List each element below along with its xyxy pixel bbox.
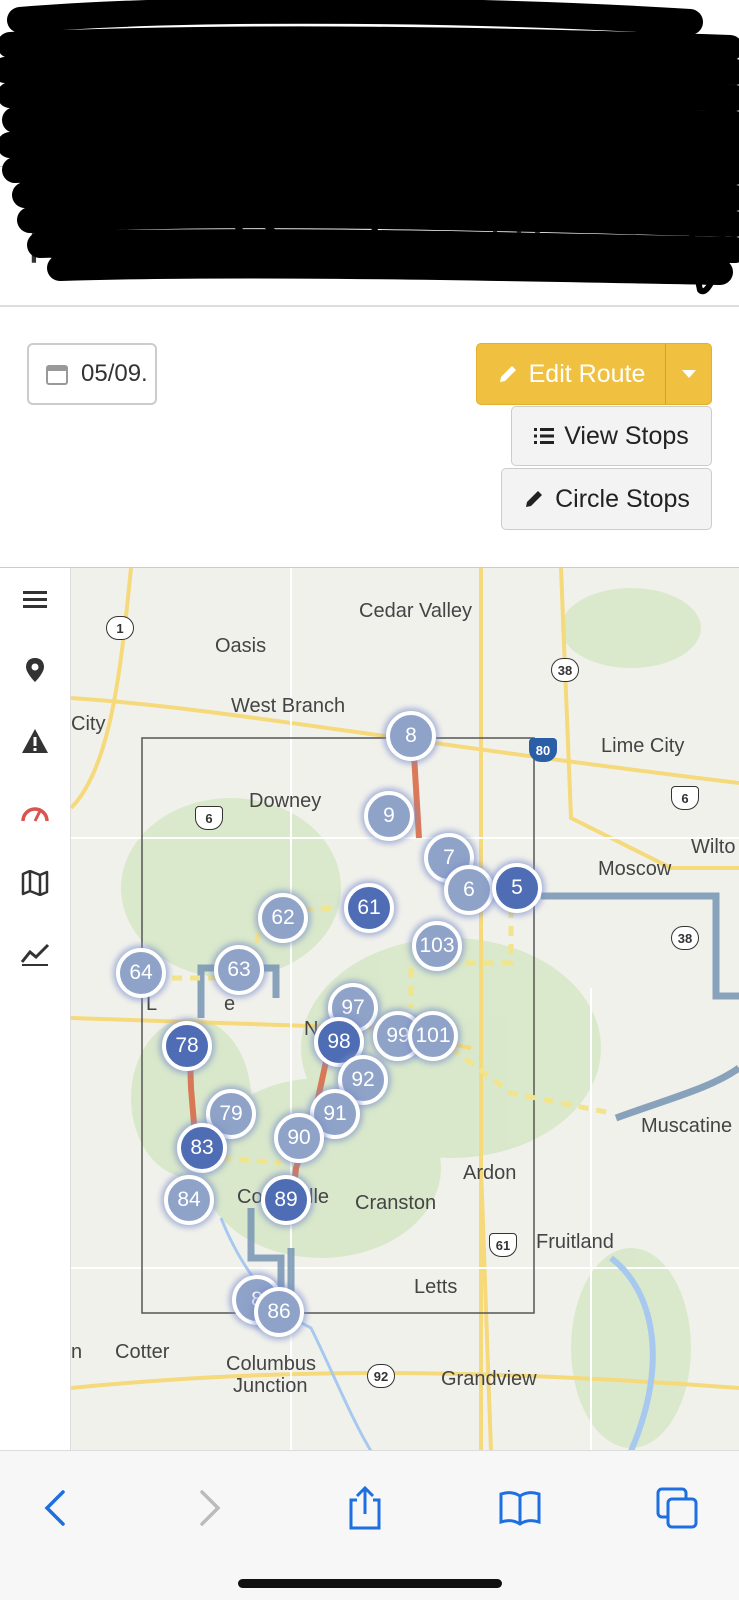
place-label: Muscatine: [641, 1115, 733, 1137]
stop-marker[interactable]: 83: [177, 1123, 227, 1173]
edit-route-label: Edit Route: [528, 359, 646, 388]
edit-route-button[interactable]: Edit Route: [477, 344, 665, 404]
stop-marker[interactable]: 8: [386, 711, 436, 761]
calendar-icon: [46, 365, 68, 385]
divider: [0, 305, 739, 307]
date-picker[interactable]: 05/09.: [27, 343, 157, 405]
date-value: 05/09.: [81, 360, 148, 387]
place-label: Ardon: [463, 1162, 517, 1184]
location-pin-icon[interactable]: [20, 655, 50, 685]
map-icon[interactable]: [20, 868, 50, 898]
place-label: e: [224, 993, 236, 1015]
edit-route-button-group: Edit Route: [476, 343, 712, 405]
warning-icon[interactable]: [20, 726, 50, 756]
bookmarks-button[interactable]: [495, 1483, 545, 1533]
status-time: 10:31: [55, 30, 122, 60]
place-label: Cranston: [355, 1192, 437, 1214]
chart-line-icon[interactable]: [20, 939, 50, 969]
tabs-icon: [656, 1487, 698, 1529]
place-label: Oasis: [215, 635, 267, 657]
stop-marker[interactable]: 103: [412, 921, 462, 971]
menu-icon[interactable]: [20, 584, 50, 614]
place-label: Junction: [233, 1375, 308, 1397]
place-label: Lime City: [601, 735, 685, 757]
map-panel: Cedar Valley Oasis West Branch City Lime…: [0, 567, 739, 1450]
map-graphics: [69, 568, 739, 1450]
place-label: Cotter: [115, 1341, 170, 1363]
divider: [0, 166, 739, 167]
book-icon: [499, 1491, 541, 1526]
place-label: Moscow: [598, 858, 672, 880]
highway-shield: 80: [529, 738, 557, 762]
stop-marker[interactable]: 9: [364, 791, 414, 841]
view-stops-label: View Stops: [564, 421, 689, 450]
place-label: Letts: [414, 1276, 458, 1298]
stop-marker[interactable]: 63: [214, 945, 264, 995]
header-area: 10:31 ▮▮▮ ◠ ▭ groundcloud.io DASHBOARD /…: [0, 0, 739, 307]
back-button[interactable]: [30, 1483, 80, 1533]
list-icon: [534, 428, 555, 444]
chevron-left-icon: [44, 1490, 65, 1526]
chevron-right-icon: [200, 1490, 221, 1526]
place-label: Wilto: [691, 836, 736, 858]
forward-button[interactable]: [185, 1483, 235, 1533]
place-label: City: [71, 713, 106, 735]
place-label: Co: [237, 1186, 263, 1208]
highway-shield: 61: [489, 1233, 517, 1257]
circle-stops-button[interactable]: Circle Stops: [501, 468, 712, 530]
page-title: Route 634 (0612) - Ted Kempe: [28, 221, 659, 273]
stop-marker[interactable]: 90: [274, 1113, 324, 1163]
speedometer-icon[interactable]: [20, 797, 50, 827]
stop-marker[interactable]: 62: [258, 893, 308, 943]
place-label: Fruitland: [536, 1231, 614, 1253]
highway-shield: 92: [367, 1364, 395, 1388]
place-label: Columbus: [226, 1353, 317, 1375]
place-label: Downey: [249, 790, 322, 812]
map-canvas[interactable]: Cedar Valley Oasis West Branch City Lime…: [69, 568, 739, 1450]
stop-marker[interactable]: 64: [116, 948, 166, 998]
share-icon: [349, 1486, 381, 1530]
tabs-button[interactable]: [652, 1483, 702, 1533]
caret-down-icon: [681, 370, 696, 378]
highway-shield: 6: [671, 786, 699, 810]
breadcrumb[interactable]: DASHBOARD / ROUTES / ROUTE DETAILS: [70, 185, 465, 206]
place-label: Grandview: [441, 1368, 537, 1390]
stop-marker[interactable]: 5: [492, 863, 542, 913]
highway-shield: 6: [195, 806, 223, 830]
place-label: West Branch: [231, 695, 346, 717]
circle-stops-label: Circle Stops: [555, 484, 690, 513]
url-text[interactable]: groundcloud.io: [260, 102, 444, 134]
browser-toolbar: [0, 1450, 739, 1600]
place-label: n: [71, 1341, 83, 1363]
place-label: Cedar Valley: [359, 600, 473, 622]
pencil-icon: [526, 491, 543, 507]
stop-marker[interactable]: 78: [162, 1021, 212, 1071]
edit-route-dropdown-toggle[interactable]: [665, 344, 711, 404]
pencil-icon: [499, 366, 516, 382]
highway-shield: 38: [671, 926, 699, 950]
share-button[interactable]: [340, 1483, 390, 1533]
status-icons: ▮▮▮ ◠ ▭: [610, 36, 699, 61]
stop-marker[interactable]: 89: [261, 1175, 311, 1225]
highway-shield: 38: [551, 658, 579, 682]
home-indicator: [238, 1579, 502, 1588]
stop-marker[interactable]: 6: [444, 865, 494, 915]
stop-marker[interactable]: 84: [164, 1175, 214, 1225]
view-stops-button[interactable]: View Stops: [511, 406, 712, 466]
screen: 10:31 ▮▮▮ ◠ ▭ groundcloud.io DASHBOARD /…: [0, 0, 739, 1600]
highway-shield: 1: [106, 616, 134, 640]
place-label: lle: [309, 1186, 330, 1208]
stop-marker[interactable]: 61: [344, 883, 394, 933]
stop-marker[interactable]: 86: [254, 1287, 304, 1337]
map-sidebar: [0, 568, 71, 1450]
stop-marker[interactable]: 101: [408, 1011, 458, 1061]
